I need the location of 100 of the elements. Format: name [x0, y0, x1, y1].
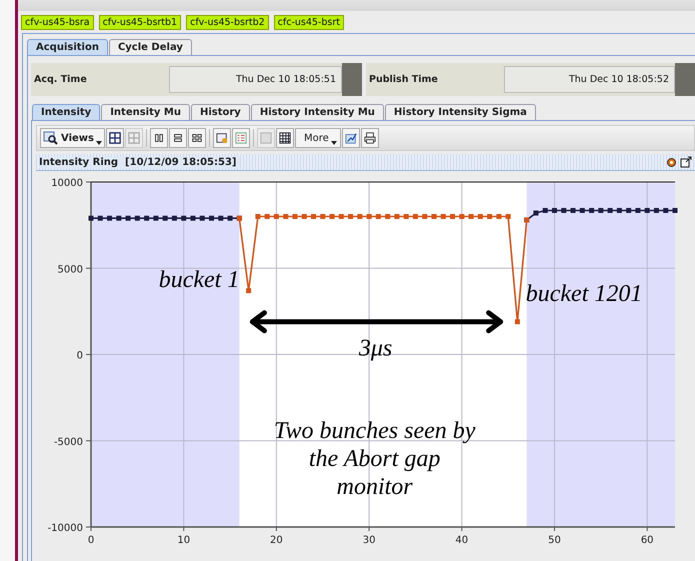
data-point	[468, 214, 474, 219]
device-tag[interactable]: cfv-us45-bsra	[21, 15, 94, 30]
data-point	[570, 208, 576, 213]
device-tag[interactable]: cfv-us45-bsrtb2	[186, 15, 269, 30]
printer-icon[interactable]	[360, 128, 379, 148]
magnifier-icon	[43, 131, 59, 145]
time-field: Thu Dec 10 18:05:51	[169, 66, 342, 93]
data-point	[357, 214, 362, 219]
time-field: Thu Dec 10 18:05:52	[504, 66, 675, 93]
tab[interactable]: Intensity	[32, 104, 100, 120]
data-point	[561, 208, 566, 213]
data-point	[320, 214, 326, 219]
field-label: Acq. Time	[34, 74, 88, 85]
data-point	[310, 214, 316, 219]
data-point	[283, 214, 288, 219]
data-point	[654, 208, 659, 213]
tab[interactable]: History Intensity Mu	[250, 104, 384, 120]
status-block	[342, 63, 362, 96]
data-point	[126, 216, 131, 221]
annotation-label: bucket 1	[158, 267, 240, 294]
annotation-label: 3μs	[358, 335, 392, 362]
more-dropdown[interactable]: More	[294, 128, 341, 148]
data-point	[422, 214, 428, 219]
axis-tick-label: 40	[455, 535, 468, 546]
annotation-label: bucket 1201	[526, 281, 642, 308]
annotation-note: Two bunches seen by the Abort gap monitor	[272, 416, 476, 501]
data-point	[404, 214, 409, 219]
axis-tick-label: 10000	[51, 178, 83, 189]
data-point	[608, 208, 613, 213]
data-point	[274, 214, 279, 219]
data-point	[153, 216, 158, 221]
data-point	[533, 210, 538, 216]
data-point	[348, 214, 354, 219]
data-point	[459, 214, 464, 219]
status-block	[675, 63, 695, 96]
data-point	[478, 214, 483, 219]
data-point	[598, 208, 604, 213]
data-point	[450, 214, 456, 219]
data-point	[412, 214, 418, 219]
data-point	[376, 214, 381, 219]
window-icon[interactable]	[212, 128, 231, 148]
columns-icon[interactable]	[150, 128, 168, 148]
tab[interactable]: Acquisition	[27, 39, 108, 55]
data-point	[663, 208, 668, 213]
data-point	[144, 216, 150, 221]
data-point	[200, 216, 205, 221]
data-point	[172, 216, 177, 221]
data-point	[302, 214, 307, 219]
axis-tick-label: -5000	[54, 436, 83, 448]
data-point	[162, 216, 168, 221]
axis-tick-label: 50	[548, 535, 561, 546]
data-point	[292, 214, 298, 219]
data-point	[580, 208, 585, 213]
data-point	[255, 214, 260, 219]
data-point	[626, 208, 632, 213]
data-point	[88, 216, 94, 221]
axis-tick-label: 0	[88, 535, 94, 546]
grid-icon[interactable]	[106, 128, 124, 148]
data-point	[542, 208, 548, 213]
data-point	[98, 216, 103, 221]
data-point	[190, 216, 196, 221]
data-point	[644, 208, 650, 213]
data-point	[440, 214, 446, 219]
axis-tick-label: 20	[270, 535, 283, 546]
data-point	[338, 214, 344, 219]
detach-icon[interactable]	[680, 156, 692, 168]
rows-icon[interactable]	[168, 128, 187, 148]
data-point	[506, 214, 511, 219]
data-point	[366, 214, 372, 219]
tab[interactable]: History	[190, 104, 250, 120]
table-icon[interactable]	[276, 128, 294, 148]
data-point	[116, 216, 122, 221]
data-point	[431, 214, 436, 219]
data-point	[246, 288, 252, 294]
data-point	[672, 208, 678, 213]
data-point	[552, 208, 557, 213]
data-point	[218, 216, 224, 221]
data-point	[616, 208, 622, 213]
data-point	[514, 319, 520, 324]
tab[interactable]: Cycle Delay	[108, 39, 192, 55]
data-point	[264, 214, 270, 219]
field-label: Publish Time	[369, 74, 439, 85]
axis-tick-label: 10	[177, 535, 190, 546]
data-point	[209, 216, 214, 221]
tab[interactable]: Intensity Mu	[101, 104, 190, 120]
data-point	[385, 214, 390, 219]
tab[interactable]: History Intensity Sigma	[384, 104, 536, 120]
device-tag[interactable]: cfv-us45-bsrtb1	[98, 15, 182, 30]
device-tag[interactable]: cfc-us45-bsrt	[274, 15, 344, 30]
data-point	[330, 214, 335, 219]
axis-tick-label: 5000	[58, 264, 83, 276]
data-point	[635, 208, 640, 213]
chart-export-icon[interactable]	[342, 128, 360, 148]
data-point	[589, 208, 594, 213]
axis-tick-label: 30	[362, 535, 376, 546]
tiles-icon[interactable]	[188, 128, 206, 148]
data-point	[487, 214, 492, 219]
views-button[interactable]: Views	[40, 128, 105, 148]
data-point	[181, 216, 186, 221]
axis-tick-label: -10000	[48, 523, 83, 534]
